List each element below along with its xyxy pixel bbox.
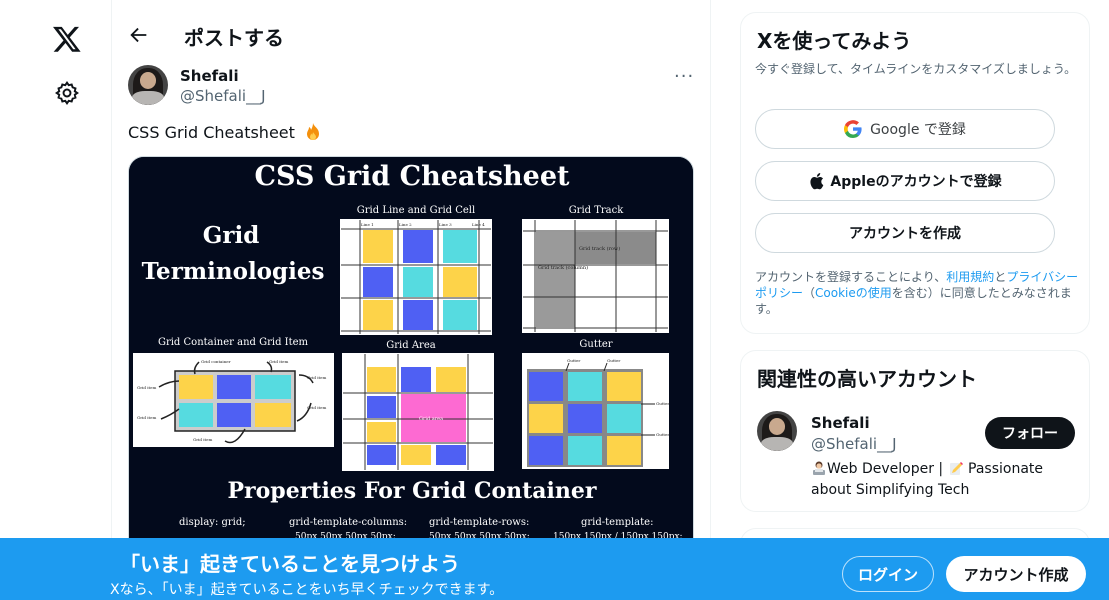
login-button[interactable]: ログイン xyxy=(842,556,934,592)
related-account-bio: Web Developer | Passionate about Simplif… xyxy=(811,459,1061,501)
track-col-label: Grid track (column) xyxy=(538,264,588,271)
create-account-button[interactable]: アカウントを作成 xyxy=(755,213,1055,253)
related-account-name[interactable]: Shefali xyxy=(811,414,870,432)
signup-button[interactable]: アカウント作成 xyxy=(946,556,1086,592)
terms-text: アカウントを登録することにより、利用規約とプライバシーポリシー（Cookieの使… xyxy=(755,269,1085,317)
google-signup-label: Google で登録 xyxy=(870,122,966,138)
tweet-media-image[interactable]: CSS Grid Cheatsheet Grid Terminologies G… xyxy=(128,156,694,556)
create-account-label: アカウントを作成 xyxy=(849,226,961,242)
apple-signup-label: Appleのアカウントで登録 xyxy=(830,174,1002,190)
grid-line-label: Line 3 xyxy=(439,222,452,227)
grid-item-label: Grid item xyxy=(307,405,326,410)
tweet-text: CSS Grid Cheatsheet xyxy=(128,122,322,142)
page-title: ポストする xyxy=(184,26,284,50)
signup-card: Xを使ってみよう 今すぐ登録して、タイムラインをカスタマイズしましょう。 Goo… xyxy=(740,12,1090,334)
terms-text-part: と xyxy=(994,270,1007,284)
related-account-avatar[interactable] xyxy=(757,411,797,451)
technologist-emoji-icon xyxy=(813,461,825,475)
gutter-label: Gutter xyxy=(656,432,669,437)
banner-subtitle: Xなら、「いま」起きていることをいち早くチェックできます。 xyxy=(110,582,504,598)
terminologies-line1: Grid xyxy=(203,222,260,249)
related-accounts-card: 関連性の高いアカウント Shefali @Shefali__J フォロー Web… xyxy=(740,350,1090,512)
grid-item-label: Grid item xyxy=(307,375,326,380)
panel-gutter: Gutter Gutter Gutter Gutter xyxy=(522,353,669,469)
left-nav xyxy=(0,0,112,600)
terms-text-part: アカウントを登録することにより、 xyxy=(755,270,947,284)
terms-link[interactable]: 利用規約 xyxy=(946,270,994,284)
prop-display: display: grid; xyxy=(179,517,246,528)
prop-rows: grid-template-rows: xyxy=(429,517,529,528)
grid-container-label: Grid container xyxy=(201,359,231,364)
google-icon xyxy=(844,120,862,138)
author-avatar[interactable] xyxy=(128,65,168,105)
signup-banner: 「いま」起きていることを見つけよう Xなら、「いま」起きていることをいち早くチェ… xyxy=(0,538,1109,600)
grid-item-label: Grid item xyxy=(193,437,212,442)
page-header: ポストする xyxy=(112,0,710,72)
media-title: CSS Grid Cheatsheet xyxy=(254,161,570,192)
signup-card-subtitle: 今すぐ登録して、タイムラインをカスタマイズしましょう。 xyxy=(755,62,1077,76)
track-row-label: Grid track (row) xyxy=(579,245,620,252)
banner-title: 「いま」起きていることを見つけよう xyxy=(120,552,460,576)
follow-button[interactable]: フォロー xyxy=(985,417,1075,449)
panel-title-area: Grid Area xyxy=(386,340,435,351)
terminologies-line2: Terminologies xyxy=(142,258,325,285)
arrow-left-icon[interactable] xyxy=(128,24,150,46)
prop-template: grid-template: xyxy=(581,517,653,528)
apple-icon xyxy=(810,173,824,190)
author-handle[interactable]: @Shefali__J xyxy=(180,87,266,105)
cookie-link[interactable]: Cookieの使用 xyxy=(815,286,892,300)
panel-grid-area: Grid area xyxy=(342,353,494,471)
writing-hand-emoji-icon xyxy=(949,462,963,475)
grid-line-label: Line 4 xyxy=(472,222,485,227)
signup-card-title: Xを使ってみよう xyxy=(757,29,912,53)
tweet-text-content: CSS Grid Cheatsheet xyxy=(128,123,295,142)
related-bio-part1: Web Developer | xyxy=(827,461,948,477)
grid-item-label: Grid item xyxy=(137,385,156,390)
related-card-title: 関連性の高いアカウント xyxy=(757,367,977,391)
x-logo-icon[interactable] xyxy=(52,24,82,54)
gutter-label: Gutter xyxy=(656,401,669,406)
grid-line-label: Line 2 xyxy=(399,222,412,227)
panel-grid-line-cell: Line 1 Line 2 Line 3 Line 4 xyxy=(340,219,492,335)
main-column: ポストする Shefali @Shefali__J ··· CSS Grid C… xyxy=(111,0,711,600)
related-account-handle[interactable]: @Shefali__J xyxy=(811,435,897,453)
panel-title-track: Grid Track xyxy=(569,205,625,216)
panel-grid-container-item: Grid container Grid item Grid item Grid … xyxy=(133,353,334,447)
panel-title-gutter: Gutter xyxy=(579,339,612,350)
panel-title-line-cell: Grid Line and Grid Cell xyxy=(357,205,475,216)
more-options-icon[interactable]: ··· xyxy=(674,66,694,87)
panel-title-container-item: Grid Container and Grid Item xyxy=(158,337,309,348)
grid-area-label: Grid area xyxy=(419,416,443,422)
properties-title: Properties For Grid Container xyxy=(228,478,597,504)
gutter-label: Gutter xyxy=(567,358,580,363)
prop-columns: grid-template-columns: xyxy=(289,517,407,528)
cheatsheet-graphic: CSS Grid Cheatsheet Grid Terminologies G… xyxy=(129,157,693,555)
gear-icon[interactable] xyxy=(54,80,80,106)
grid-item-label: Grid item xyxy=(269,359,288,364)
google-signup-button[interactable]: Google で登録 xyxy=(755,109,1055,149)
gutter-label: Gutter xyxy=(607,358,620,363)
grid-line-label: Line 1 xyxy=(361,222,374,227)
apple-signup-button[interactable]: Appleのアカウントで登録 xyxy=(755,161,1055,201)
terms-text-part: （ xyxy=(803,286,816,300)
grid-item-label: Grid item xyxy=(137,415,156,420)
panel-grid-track: Grid track (row) Grid track (column) xyxy=(522,219,669,333)
fire-icon xyxy=(307,123,319,140)
author-name[interactable]: Shefali xyxy=(180,67,239,85)
